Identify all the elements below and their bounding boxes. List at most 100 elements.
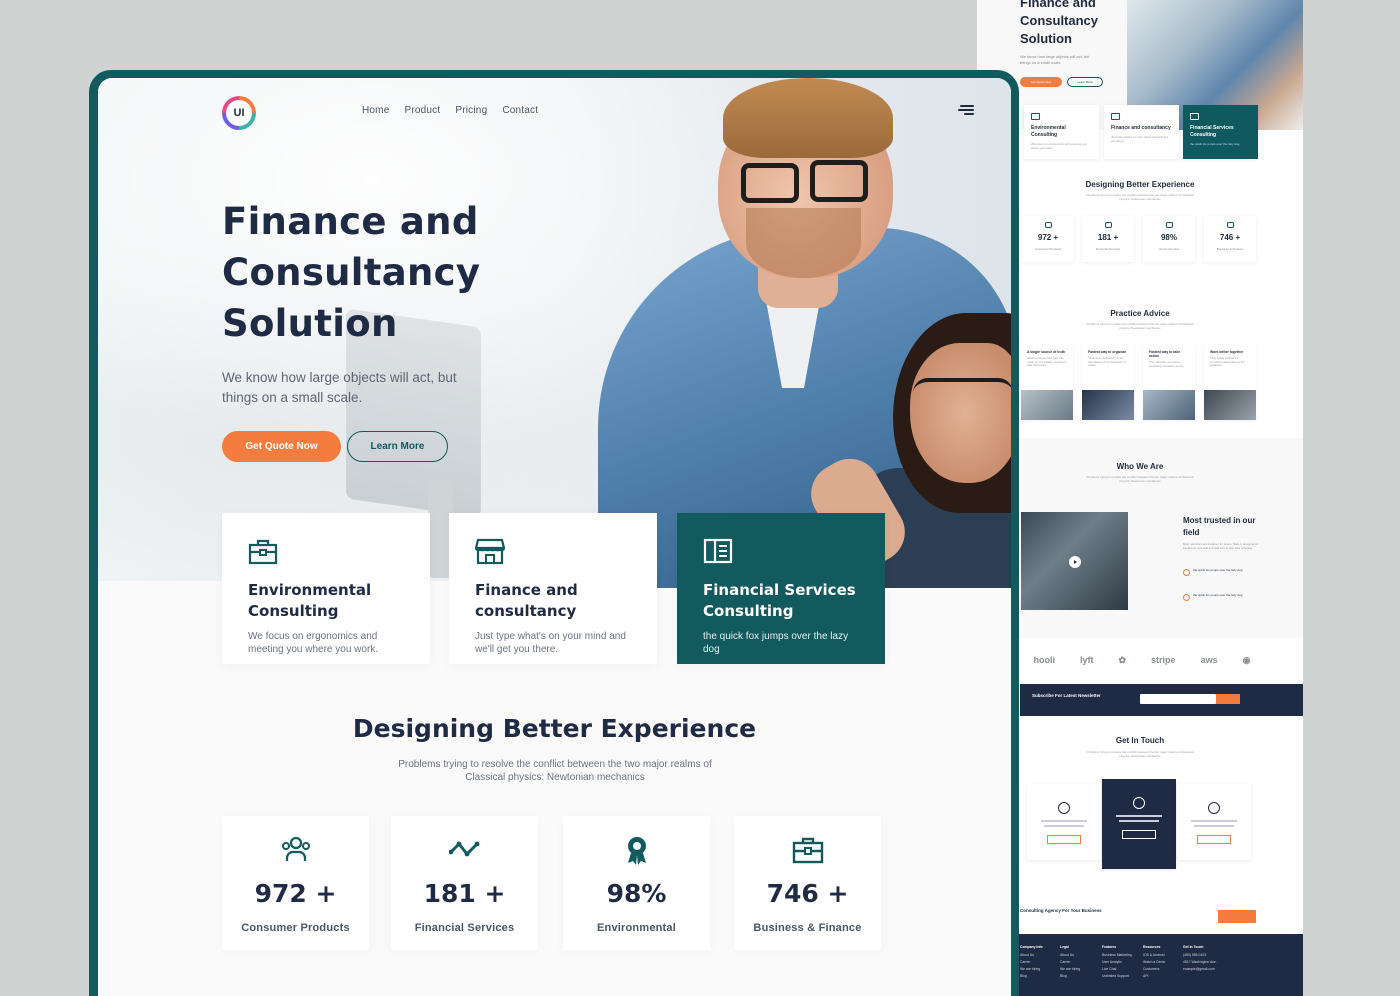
learn-more-button[interactable]: Learn More <box>347 431 448 462</box>
users-icon <box>281 836 310 861</box>
trend-icon <box>448 841 479 857</box>
preview-card-title: Financial Services Consulting <box>1190 125 1234 138</box>
stat-value: 746 + <box>766 879 849 908</box>
preview-section-title: Designing Better Experience <box>1085 180 1195 189</box>
preview-service-card-active[interactable]: Financial Services Consulting the quick … <box>1183 105 1258 159</box>
preview-contact-card-active <box>1102 779 1176 869</box>
preview-service-card[interactable]: Environmental Consulting We focus on erg… <box>1024 105 1099 159</box>
preview-card-title: Finance and consultancy <box>1111 125 1171 131</box>
trend-icon <box>1104 222 1112 228</box>
hooli-logo: hooli <box>1033 655 1056 665</box>
preview-advice-desc: They finally reflected a consistent desc… <box>1210 356 1245 368</box>
stat-label: Business & Finance <box>753 922 862 934</box>
hero-photo-detail <box>810 160 868 202</box>
stat-card-business-finance: 746 + Business & Finance <box>734 816 881 950</box>
preview-newsletter-button[interactable] <box>1216 694 1240 704</box>
preview-quote-button[interactable]: Get Quote Now <box>1020 77 1062 87</box>
hero-title-line: Solution <box>222 302 398 345</box>
preview-page: Finance and Consultancy Solution We know… <box>977 0 1303 996</box>
preview-advice-card[interactable]: Fastest way to organize "Quantum mechani… <box>1082 344 1134 420</box>
preview-advice-card[interactable]: A single source of truth Newton thought … <box>1021 344 1073 420</box>
preview-footer-col: Resources IOS & Android Watch a Demo Cust… <box>1143 945 1166 978</box>
nav-contact[interactable]: Contact <box>502 105 538 116</box>
preview-contact-card <box>1027 784 1101 860</box>
hero-title-line: Consultancy <box>222 251 481 294</box>
hero-title: Finance and Consultancy Solution <box>222 196 522 349</box>
get-quote-button[interactable]: Get Quote Now <box>222 431 341 462</box>
send-icon <box>1208 802 1220 814</box>
book-open-icon <box>703 538 733 564</box>
preview-learn-button[interactable]: Learn More <box>1067 77 1103 87</box>
preview-stat-value: 98% <box>1160 233 1177 242</box>
preview-cta-button[interactable] <box>1218 910 1256 923</box>
briefcase-icon <box>1031 113 1040 120</box>
preview-advice-image <box>1204 390 1256 420</box>
preview-advice-card[interactable]: Fastest way to take action They describe… <box>1143 344 1195 420</box>
preview-section-title: Who We Are <box>1116 462 1164 471</box>
service-card-finance[interactable]: Finance and consultancy Just type what's… <box>449 513 657 664</box>
award-icon <box>627 837 646 865</box>
preview-stat-value: 181 + <box>1097 233 1119 242</box>
preview-section-subtitle: Problems trying to resolve the conflict … <box>1086 475 1194 483</box>
stat-label: Environmental <box>596 922 676 934</box>
brand-logo-text: UI <box>226 100 252 126</box>
service-card-financial-services[interactable]: Financial Services Consulting the quick … <box>677 513 885 664</box>
preview-stat-label: Financial Services <box>1095 247 1121 251</box>
stat-card-environmental: 98% Environmental <box>563 816 710 950</box>
preview-advice-desc: They describe a universe consisting of b… <box>1149 360 1184 368</box>
preview-section-subtitle: Problems trying to resolve the conflict … <box>1086 322 1194 330</box>
preview-trust-desc: Most calendars are designed for teams. S… <box>1183 542 1259 550</box>
stripe-logo: stripe <box>1151 655 1176 665</box>
hero-photo-detail <box>723 78 893 158</box>
stat-value: 98% <box>606 879 667 908</box>
nav-pricing[interactable]: Pricing <box>455 105 487 116</box>
leaf-logo: ✿ <box>1118 654 1127 665</box>
nav-home[interactable]: Home <box>362 105 389 116</box>
preview-submit-button[interactable] <box>1122 830 1156 839</box>
preview-section-title: Practice Advice <box>1110 309 1170 318</box>
stat-value: 972 + <box>254 879 337 908</box>
preview-newsletter: Subscribe For Latest Newsletter <box>1020 684 1303 716</box>
preview-card-desc: the quick fox jumps over the lazy dog <box>1190 142 1240 146</box>
preview-advice-title: Fastest way to organize <box>1088 350 1127 354</box>
preview-advice-image <box>1021 390 1073 420</box>
preview-service-card[interactable]: Finance and consultancy Just type what's… <box>1104 105 1179 159</box>
preview-advice-card[interactable]: Work better together They finally reflec… <box>1204 344 1256 420</box>
brand-logo[interactable]: UI <box>222 96 256 130</box>
hero-photo-detail <box>913 378 1011 408</box>
menu-icon[interactable] <box>958 105 974 117</box>
service-card-environmental[interactable]: Environmental Consulting We focus on erg… <box>222 513 430 664</box>
preview-advice-title: Fastest way to take action <box>1149 350 1181 358</box>
hero-photo-detail <box>910 343 1011 483</box>
preview-advice-image <box>1082 390 1134 420</box>
hero-title-line: Finance and <box>222 200 479 243</box>
preview-footer-col: Features Business Marketing User Analytic… <box>1102 945 1132 978</box>
stat-value: 181 + <box>423 879 506 908</box>
briefcase-icon <box>248 539 278 565</box>
stat-label: Consumer Products <box>241 922 350 934</box>
preview-bullet: the quick fox jumps over the lazy dog <box>1183 568 1265 576</box>
preview-section-title: Get In Touch <box>1115 736 1165 745</box>
briefcase-icon <box>792 837 823 864</box>
service-desc: the quick fox jumps over the lazy dog <box>703 631 849 655</box>
preview-stat-label: Consumer Products <box>1034 247 1062 251</box>
aws-logo: aws <box>1200 655 1218 665</box>
preview-submit-button[interactable] <box>1197 835 1231 844</box>
nav-product[interactable]: Product <box>404 105 440 116</box>
preview-video[interactable] <box>1021 512 1128 610</box>
preview-submit-button[interactable] <box>1047 835 1081 844</box>
users-icon <box>1044 222 1052 228</box>
briefcase-icon <box>1226 222 1234 228</box>
play-icon[interactable] <box>1069 556 1081 568</box>
lyft-logo: lyft <box>1080 655 1094 665</box>
preview-hero-subtitle: We know how large objects will act, but … <box>1020 54 1090 65</box>
stat-card-consumer-products: 972 + Consumer Products <box>222 816 369 950</box>
preview-footer-col: Get In Touch (480) 555-0103 4517 Washingt… <box>1183 945 1217 971</box>
reddit-logo: ◉ <box>1242 654 1251 665</box>
preview-cta-text: Consulting Agency For Your Business <box>1020 908 1102 913</box>
book-open-icon <box>1190 113 1199 120</box>
preview-newsletter-input[interactable] <box>1140 694 1216 704</box>
service-desc: We focus on ergonomics and meeting you w… <box>248 631 379 655</box>
preview-footer-col: Company Info About Us Carrier We are hiri… <box>1020 945 1043 978</box>
stat-card-financial-services: 181 + Financial Services <box>391 816 538 950</box>
